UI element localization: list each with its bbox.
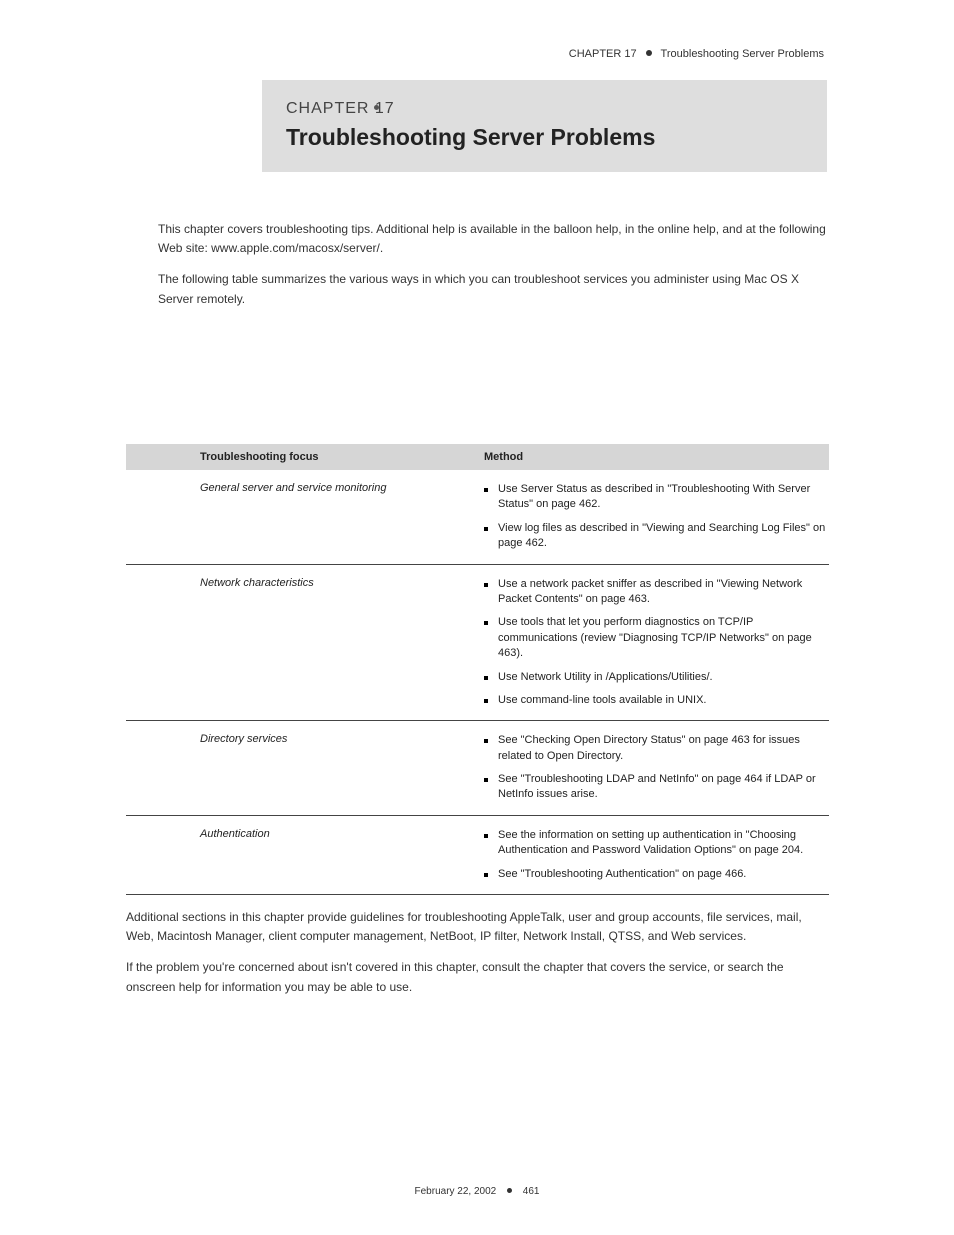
focus-cell: Network characteristics bbox=[126, 573, 484, 713]
list-item: Use a network packet sniffer as describe… bbox=[484, 573, 829, 612]
chapter-title: Troubleshooting Server Problems bbox=[286, 124, 655, 151]
footer-bullet-icon bbox=[507, 1188, 512, 1193]
methods-cell: See the information on setting up authen… bbox=[484, 824, 829, 886]
footer-date: February 22, 2002 bbox=[415, 1186, 497, 1197]
troubleshooting-table: Troubleshooting focus Method General ser… bbox=[126, 444, 829, 895]
table-head: Troubleshooting focus Method bbox=[126, 444, 829, 470]
table-body: General server and service monitoring Us… bbox=[126, 470, 829, 895]
focus-cell: General server and service monitoring bbox=[126, 478, 484, 556]
continued-paragraph-2: If the problem you're concerned about is… bbox=[126, 958, 829, 996]
table-row: General server and service monitoring Us… bbox=[126, 470, 829, 565]
header-short-title: Troubleshooting Server Problems bbox=[661, 48, 824, 60]
running-header: CHAPTER 17 Troubleshooting Server Proble… bbox=[569, 48, 824, 60]
header-bullet-icon bbox=[646, 50, 652, 56]
lead-paragraphs: This chapter covers troubleshooting tips… bbox=[158, 220, 833, 321]
list-item: See "Troubleshooting LDAP and NetInfo" o… bbox=[484, 768, 829, 807]
methods-cell: See "Checking Open Directory Status" on … bbox=[484, 729, 829, 807]
list-item: See "Troubleshooting Authentication" on … bbox=[484, 863, 829, 886]
list-item: Use Network Utility in /Applications/Uti… bbox=[484, 666, 829, 689]
list-item: See the information on setting up authen… bbox=[484, 824, 829, 863]
col-header-method: Method bbox=[484, 451, 829, 463]
list-item: Use Server Status as described in "Troub… bbox=[484, 478, 829, 517]
header-kicker: CHAPTER 17 bbox=[569, 48, 637, 60]
chapter-title-banner: CHAPTER 17 Troubleshooting Server Proble… bbox=[262, 80, 827, 172]
list-item: Use command-line tools available in UNIX… bbox=[484, 689, 829, 712]
list-item: See "Checking Open Directory Status" on … bbox=[484, 729, 829, 768]
table-row: Authentication See the information on se… bbox=[126, 816, 829, 895]
methods-cell: Use Server Status as described in "Troub… bbox=[484, 478, 829, 556]
lead-paragraph-1: This chapter covers troubleshooting tips… bbox=[158, 220, 833, 258]
continued-paragraphs: Additional sections in this chapter prov… bbox=[126, 908, 829, 1009]
focus-cell: Authentication bbox=[126, 824, 484, 886]
lead-paragraph-2: The following table summarizes the vario… bbox=[158, 270, 833, 308]
table-row: Network characteristics Use a network pa… bbox=[126, 565, 829, 722]
focus-cell: Directory services bbox=[126, 729, 484, 807]
list-item: Use tools that let you perform diagnosti… bbox=[484, 611, 829, 665]
list-item: View log files as described in "Viewing … bbox=[484, 517, 829, 556]
col-header-focus: Troubleshooting focus bbox=[126, 451, 484, 463]
continued-paragraph-1: Additional sections in this chapter prov… bbox=[126, 908, 829, 946]
kicker-bullet-icon bbox=[374, 105, 379, 110]
page-footer: February 22, 2002 461 bbox=[0, 1186, 954, 1197]
footer-page-number: 461 bbox=[523, 1186, 540, 1197]
methods-cell: Use a network packet sniffer as describe… bbox=[484, 573, 829, 713]
table-row: Directory services See "Checking Open Di… bbox=[126, 721, 829, 816]
